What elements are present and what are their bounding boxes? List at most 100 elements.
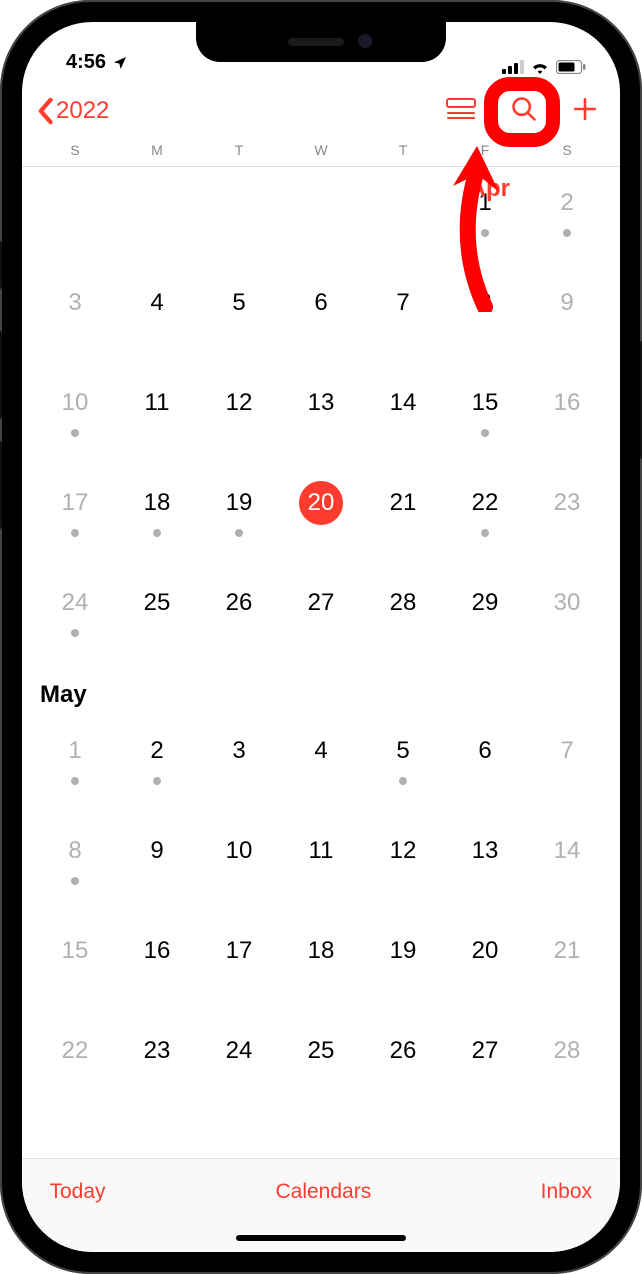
day-cell[interactable]: 6 — [444, 715, 526, 773]
day-cell[interactable]: 4 — [116, 267, 198, 325]
day-cell[interactable]: 22 — [444, 467, 526, 537]
day-cell[interactable]: 9 — [116, 815, 198, 873]
event-dot-icon — [563, 229, 571, 237]
event-dot-icon — [71, 877, 79, 885]
week-row: 15 16 17 18192021 — [34, 915, 608, 1015]
day-cell[interactable]: 15 — [34, 915, 116, 973]
list-view-button[interactable] — [446, 98, 476, 125]
cellular-signal-icon — [502, 60, 524, 74]
event-dot-icon — [71, 777, 79, 785]
day-cell[interactable]: 29 — [444, 567, 526, 625]
day-cell[interactable]: 24 — [198, 1015, 280, 1073]
event-dot-icon — [399, 777, 407, 785]
day-cell[interactable]: 25 — [280, 1015, 362, 1073]
day-cell[interactable]: 21 — [526, 915, 608, 973]
wifi-icon — [530, 60, 550, 74]
calendar-body[interactable]: Apr1234567891011121314151617181920212223… — [22, 167, 620, 1158]
day-cell[interactable]: 23 — [116, 1015, 198, 1073]
day-number: 17 — [217, 929, 261, 973]
day-cell[interactable]: 14 — [526, 815, 608, 873]
week-row: 222324 25 26 27 28 — [34, 1015, 608, 1115]
day-cell[interactable]: 26 — [198, 567, 280, 625]
day-number: 26 — [381, 1029, 425, 1073]
day-cell[interactable]: 22 — [34, 1015, 116, 1073]
add-event-button[interactable] — [572, 96, 598, 127]
day-cell[interactable]: 10 — [198, 815, 280, 873]
search-button[interactable] — [510, 95, 538, 128]
day-cell[interactable]: 18 — [280, 915, 362, 973]
day-number: 27 — [299, 581, 343, 625]
day-number: 25 — [135, 581, 179, 625]
day-cell[interactable]: 12 — [362, 815, 444, 873]
day-cell[interactable]: 4 — [280, 715, 362, 773]
day-cell[interactable]: 27 — [280, 567, 362, 625]
status-time: 4:56 — [66, 51, 106, 74]
day-cell[interactable]: 3 — [198, 715, 280, 773]
day-number: 15 — [463, 381, 507, 425]
day-cell[interactable]: 5 — [198, 267, 280, 325]
day-number: 14 — [545, 829, 589, 873]
inbox-button[interactable]: Inbox — [541, 1180, 592, 1204]
day-cell[interactable]: 7 — [526, 715, 608, 773]
day-cell[interactable]: 3 — [34, 267, 116, 325]
day-cell[interactable]: 17 — [198, 915, 280, 973]
day-cell[interactable]: 25 — [116, 567, 198, 625]
day-cell[interactable]: 27 — [444, 1015, 526, 1073]
day-cell[interactable]: 10 — [34, 367, 116, 437]
day-number: 15 — [53, 929, 97, 973]
day-cell[interactable]: 13 — [444, 815, 526, 873]
day-cell[interactable]: 16 — [116, 915, 198, 973]
day-cell[interactable]: 15 — [444, 367, 526, 437]
day-cell[interactable]: 28 — [362, 567, 444, 625]
day-cell[interactable]: 7 — [362, 267, 444, 325]
calendars-button[interactable]: Calendars — [275, 1180, 371, 1204]
day-cell[interactable]: 19 — [198, 467, 280, 537]
day-cell[interactable]: 18 — [116, 467, 198, 537]
day-cell[interactable]: 13 — [280, 367, 362, 425]
day-cell[interactable]: 8 — [34, 815, 116, 885]
day-number: 13 — [299, 381, 343, 425]
day-cell[interactable]: 2 — [116, 715, 198, 785]
day-cell[interactable]: 19 — [362, 915, 444, 973]
day-number: 13 — [463, 829, 507, 873]
day-cell[interactable]: 12 — [198, 367, 280, 425]
day-cell[interactable]: 26 — [362, 1015, 444, 1073]
weekday-label: M — [116, 142, 198, 158]
day-number: 11 — [299, 829, 343, 873]
day-cell[interactable]: 23 — [526, 467, 608, 525]
day-cell[interactable]: 21 — [362, 467, 444, 525]
day-cell[interactable]: 14 — [362, 367, 444, 425]
day-cell[interactable]: 20 — [280, 467, 362, 525]
day-cell[interactable]: 17 — [34, 467, 116, 537]
day-cell[interactable]: 24 — [34, 567, 116, 637]
volume-up-button — [0, 330, 2, 420]
day-number: 16 — [135, 929, 179, 973]
day-cell[interactable]: 9 — [526, 267, 608, 325]
back-button[interactable]: 2022 — [36, 97, 109, 125]
day-cell[interactable]: 1 — [34, 715, 116, 785]
day-cell[interactable]: 5 — [362, 715, 444, 785]
today-button[interactable]: Today — [50, 1180, 106, 1204]
day-number: 4 — [299, 729, 343, 773]
day-cell[interactable]: 11 — [280, 815, 362, 873]
event-dot-icon — [153, 529, 161, 537]
home-indicator[interactable] — [22, 1224, 620, 1252]
day-cell[interactable]: 11 — [116, 367, 198, 425]
day-number: 3 — [217, 729, 261, 773]
day-cell[interactable]: 6 — [280, 267, 362, 325]
day-cell[interactable]: 16 — [526, 367, 608, 425]
weekday-label: W — [280, 142, 362, 158]
day-number: 8 — [53, 829, 97, 873]
event-dot-icon — [71, 629, 79, 637]
day-cell[interactable]: 28 — [526, 1015, 608, 1073]
day-number: 25 — [299, 1029, 343, 1073]
day-cell[interactable]: 2 — [526, 167, 608, 237]
day-number: 19 — [217, 481, 261, 525]
day-cell[interactable]: 30 — [526, 567, 608, 625]
day-cell[interactable]: 8 — [444, 267, 526, 325]
plus-icon — [572, 96, 598, 127]
day-cell[interactable]: 20 — [444, 915, 526, 973]
day-number: 28 — [545, 1029, 589, 1073]
day-number: 9 — [545, 281, 589, 325]
day-cell — [198, 167, 280, 181]
